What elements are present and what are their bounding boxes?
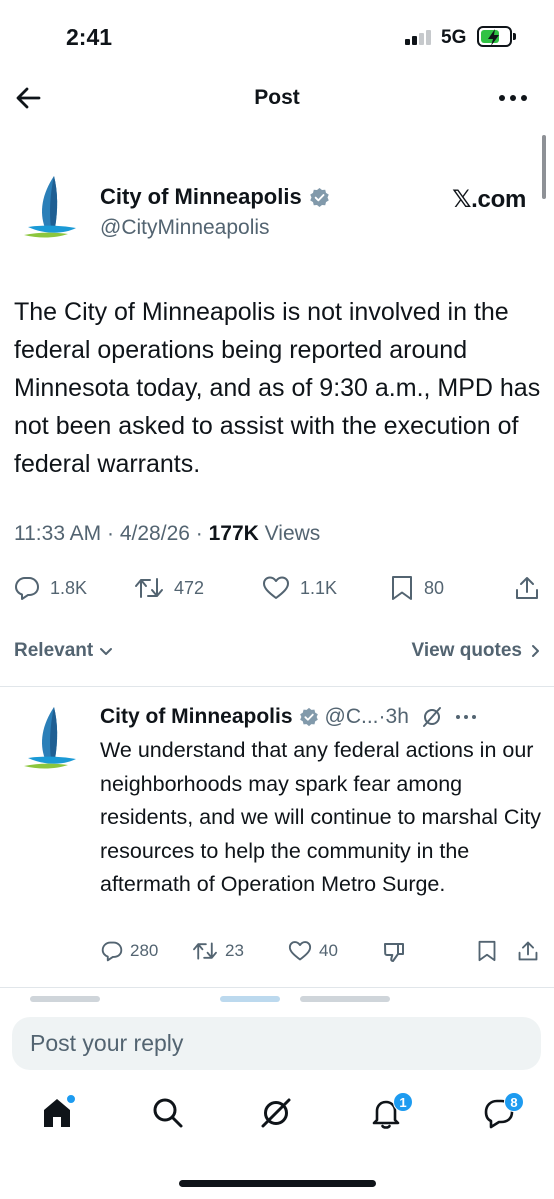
reply-like-count: 40: [319, 941, 338, 960]
nav-messages[interactable]: 8: [476, 1086, 524, 1134]
author-name-text: City of Minneapolis: [100, 184, 302, 209]
post-time: 11:33 AM: [14, 522, 102, 545]
status-bar: 2:41 5G: [0, 0, 554, 72]
reply-author-handle[interactable]: @C...: [325, 705, 379, 729]
reply-button[interactable]: 1.8K: [14, 570, 87, 606]
meta-separator: ·: [195, 522, 203, 545]
repost-icon: [135, 578, 163, 598]
reply-input[interactable]: [30, 1017, 510, 1070]
reply-share-button[interactable]: [517, 940, 546, 962]
thumbs-down-icon: [384, 943, 404, 962]
post-date: 4/28/26: [119, 522, 190, 545]
signal-icon: [405, 29, 435, 45]
share-button[interactable]: [514, 570, 550, 606]
reply-header: City of Minneapolis @C... · 3h: [100, 703, 546, 731]
nav-grok[interactable]: [253, 1086, 301, 1134]
more-horizontal-icon[interactable]: [455, 713, 477, 721]
reply-count: 1.8K: [50, 577, 88, 598]
network-type: 5G: [441, 27, 467, 48]
bookmark-icon: [392, 576, 412, 600]
author-handle[interactable]: @CityMinneapolis: [100, 216, 270, 240]
source-label: 𝕏.com: [452, 186, 526, 213]
nav-home[interactable]: [34, 1086, 82, 1134]
page-title: Post: [254, 86, 300, 109]
next-reply-peek: [30, 996, 450, 1004]
battery-icon: [477, 26, 516, 47]
nav-notifications[interactable]: 1: [363, 1086, 413, 1134]
repost-icon: [193, 942, 217, 960]
reply-time: 3h: [385, 705, 409, 728]
verified-badge-icon: [299, 707, 318, 727]
nav-search[interactable]: [145, 1086, 193, 1134]
more-horizontal-icon[interactable]: [498, 86, 528, 110]
reply-bookmark-button[interactable]: [477, 940, 504, 962]
reply-repost-count: 23: [225, 941, 244, 960]
bookmark-button[interactable]: 80: [390, 570, 444, 606]
sort-dropdown[interactable]: Relevant: [14, 640, 115, 662]
post-meta: 11:33 AM · 4/28/26 · 177K Views: [14, 522, 320, 546]
grok-icon: [261, 1098, 291, 1128]
bookmark-count: 80: [424, 577, 445, 598]
reply-icon: [15, 577, 39, 600]
views-label: Views: [264, 522, 321, 545]
author-name[interactable]: City of Minneapolis: [100, 184, 330, 210]
reply-reply-count: 280: [130, 941, 159, 960]
views-count: 177K: [208, 522, 259, 545]
bookmark-icon: [478, 940, 496, 962]
status-time: 2:41: [66, 24, 113, 50]
sort-label: Relevant: [14, 640, 94, 661]
downvote-button[interactable]: [382, 940, 413, 964]
reply-actions: 280 23 40: [0, 940, 554, 970]
top-header: Post: [0, 72, 554, 128]
chevron-right-icon: [532, 645, 539, 657]
messages-badge: 8: [504, 1092, 524, 1112]
divider: [0, 987, 554, 988]
scrollbar-thumb[interactable]: [542, 135, 546, 199]
search-icon: [153, 1098, 183, 1128]
divider: [0, 686, 554, 687]
reply-reply-button[interactable]: 280: [101, 940, 158, 962]
notifications-badge: 1: [393, 1092, 413, 1112]
repost-count: 472: [174, 577, 205, 598]
bottom-nav: 1 8: [0, 1086, 554, 1166]
reply-avatar[interactable]: [14, 703, 84, 775]
repost-button[interactable]: 472: [134, 570, 204, 606]
heart-icon: [288, 941, 312, 961]
chevron-down-icon: [100, 648, 113, 655]
avatar[interactable]: [14, 172, 84, 244]
home-indicator: [179, 1180, 376, 1187]
reply-separator: ·: [378, 705, 386, 728]
reply-repost-button[interactable]: 23: [192, 940, 244, 962]
share-icon: [516, 577, 538, 599]
share-icon: [518, 941, 538, 961]
grok-icon[interactable]: [421, 706, 443, 728]
view-quotes-link[interactable]: View quotes: [411, 640, 544, 662]
verified-badge-icon: [309, 187, 329, 207]
reply-like-button[interactable]: 40: [288, 940, 338, 962]
post-actions: 1.8K 472 1.1K 80: [0, 570, 554, 610]
meta-separator: ·: [107, 522, 115, 545]
home-new-dot: [66, 1094, 76, 1104]
like-button[interactable]: 1.1K: [262, 570, 337, 606]
heart-icon: [263, 576, 289, 599]
reply-composer[interactable]: [12, 1017, 541, 1070]
reply-icon: [101, 941, 123, 962]
like-count: 1.1K: [300, 577, 338, 598]
reply-text: We understand that any federal actions i…: [100, 738, 541, 896]
reply-sort-row: Relevant View quotes: [14, 640, 544, 666]
reply-author-name[interactable]: City of Minneapolis: [100, 705, 293, 729]
view-quotes-label: View quotes: [411, 640, 522, 661]
post-text: The City of Minneapolis is not involved …: [14, 298, 541, 478]
